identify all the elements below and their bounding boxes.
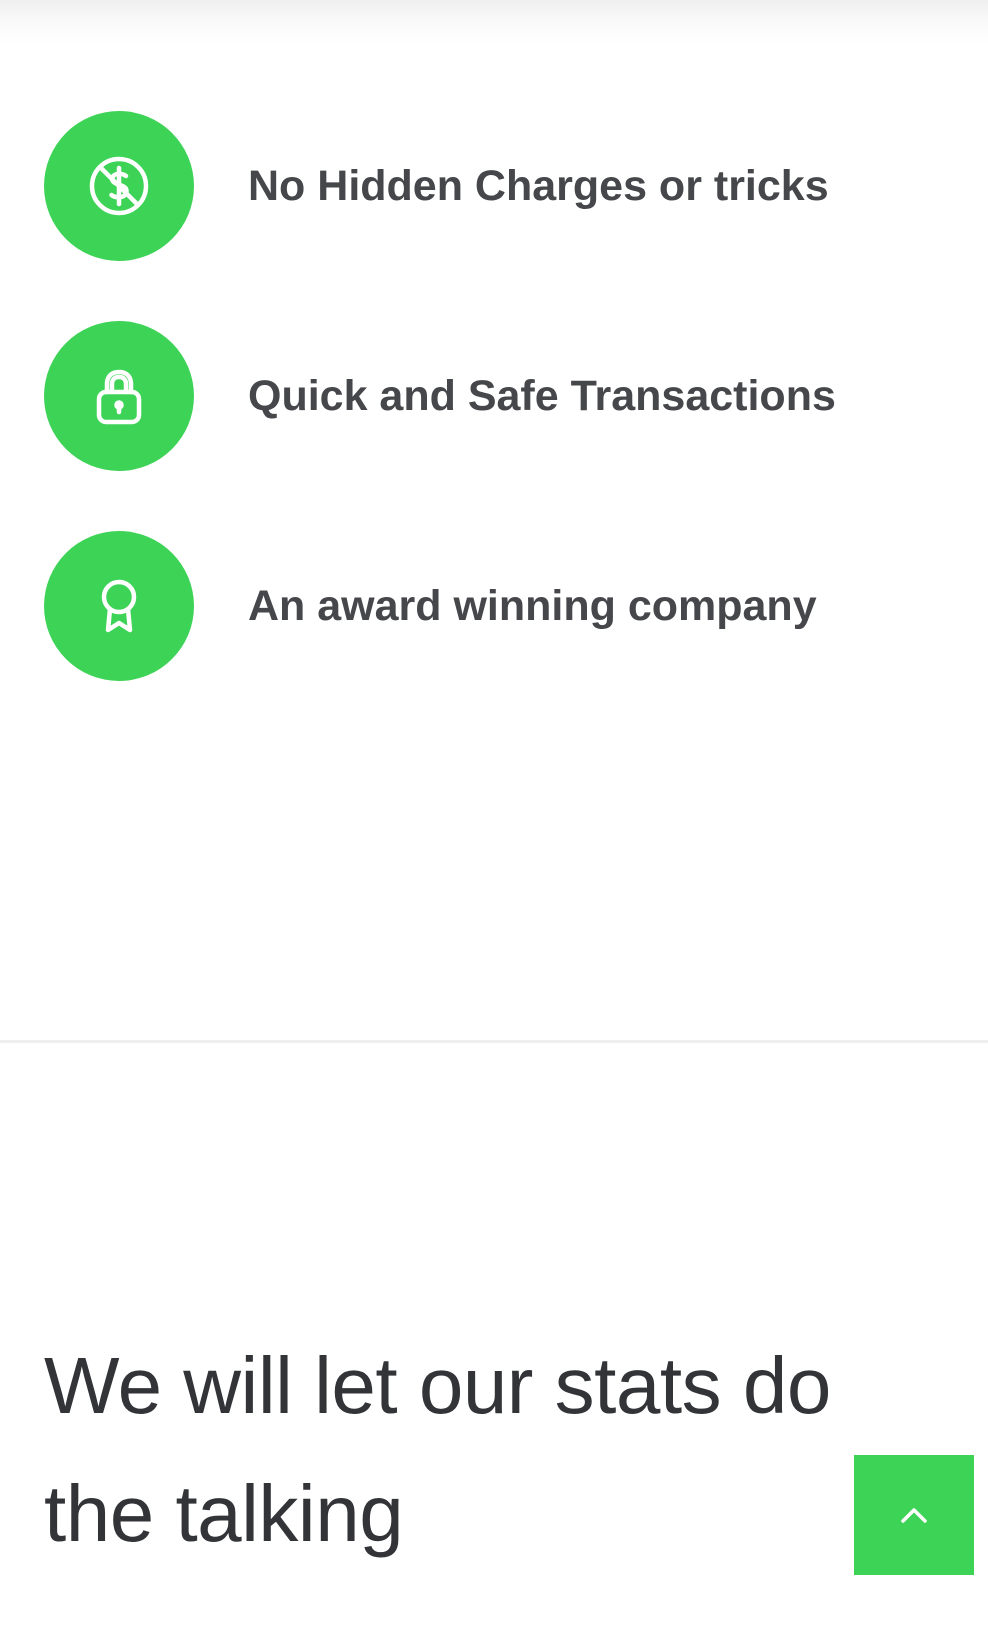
feature-item-award-winning: An award winning company	[44, 531, 944, 681]
feature-item-safe-transactions: Quick and Safe Transactions	[44, 321, 944, 471]
feature-label: No Hidden Charges or tricks	[248, 162, 829, 210]
award-ribbon-icon	[101, 579, 137, 633]
stats-heading: We will let our stats do the talking	[44, 1341, 831, 1558]
no-dollar-icon	[89, 156, 149, 216]
feature-icon-circle	[44, 321, 194, 471]
feature-icon-circle	[44, 111, 194, 261]
section-divider	[0, 1040, 988, 1043]
chevron-up-icon	[901, 1508, 927, 1523]
back-to-top-button[interactable]	[854, 1455, 974, 1575]
feature-label: Quick and Safe Transactions	[248, 372, 836, 420]
feature-icon-circle	[44, 531, 194, 681]
lock-icon	[96, 369, 142, 425]
feature-item-no-hidden-charges: No Hidden Charges or tricks	[44, 111, 944, 261]
feature-label: An award winning company	[248, 582, 817, 630]
header-shadow	[0, 0, 988, 44]
